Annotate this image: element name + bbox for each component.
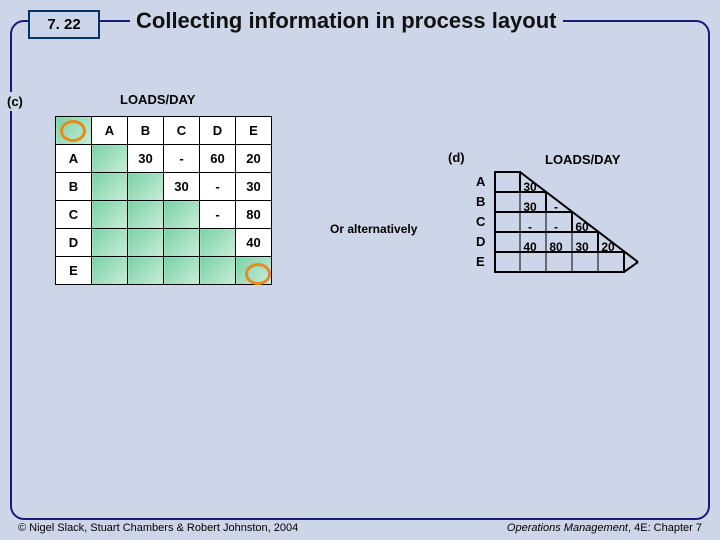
cell: - <box>200 173 236 201</box>
section-c-caption: LOADS/DAY <box>120 92 195 107</box>
row-hdr: D <box>56 229 92 257</box>
col-hdr: A <box>92 117 128 145</box>
section-c-label: (c) <box>5 92 25 111</box>
col-hdr: D <box>200 117 236 145</box>
row-hdr: D <box>476 234 485 249</box>
row-hdr: E <box>56 257 92 285</box>
row-hdr: B <box>56 173 92 201</box>
cell: 30 <box>570 240 594 254</box>
cell: 30 <box>128 145 164 173</box>
cell: 20 <box>596 240 620 254</box>
row-hdr: A <box>56 145 92 173</box>
book-title: Operations Management <box>507 522 628 534</box>
section-d-label: (d) <box>448 150 465 165</box>
footer-copyright: © Nigel Slack, Stuart Chambers & Robert … <box>18 522 298 534</box>
cell: 40 <box>236 229 272 257</box>
matrix-table-c: A B C D E A 30 - 60 20 B 30 - 30 C - 80 … <box>55 116 272 285</box>
cell: - <box>164 145 200 173</box>
cell: - <box>200 201 236 229</box>
cell: 30 <box>164 173 200 201</box>
col-hdr: E <box>236 117 272 145</box>
highlight-circle-icon <box>60 120 86 142</box>
row-hdr: E <box>476 254 485 269</box>
slide-number-badge: 7. 22 <box>28 10 100 39</box>
cell: 40 <box>518 240 542 254</box>
highlight-circle-icon <box>245 263 271 285</box>
slide-title: Collecting information in process layout <box>130 8 563 34</box>
cell: 60 <box>200 145 236 173</box>
row-hdr: C <box>56 201 92 229</box>
cell: 30 <box>236 173 272 201</box>
book-chapter: , 4E: Chapter 7 <box>628 522 702 534</box>
cell: 80 <box>236 201 272 229</box>
col-hdr: B <box>128 117 164 145</box>
cell: 60 <box>570 220 594 234</box>
cell: - <box>544 220 568 234</box>
cell: 30 <box>518 180 542 194</box>
triangular-matrix-d: A B C D E 30 30 - - - 60 40 80 30 20 <box>470 162 670 292</box>
cell: - <box>544 200 568 214</box>
row-hdr: C <box>476 214 485 229</box>
footer-book-ref: Operations Management, 4E: Chapter 7 <box>507 522 702 534</box>
col-hdr: C <box>164 117 200 145</box>
cell: 80 <box>544 240 568 254</box>
or-alternatively-label: Or alternatively <box>330 222 417 236</box>
cell: - <box>518 220 542 234</box>
row-hdr: A <box>476 174 485 189</box>
cell: 20 <box>236 145 272 173</box>
row-hdr: B <box>476 194 485 209</box>
cell: 30 <box>518 200 542 214</box>
